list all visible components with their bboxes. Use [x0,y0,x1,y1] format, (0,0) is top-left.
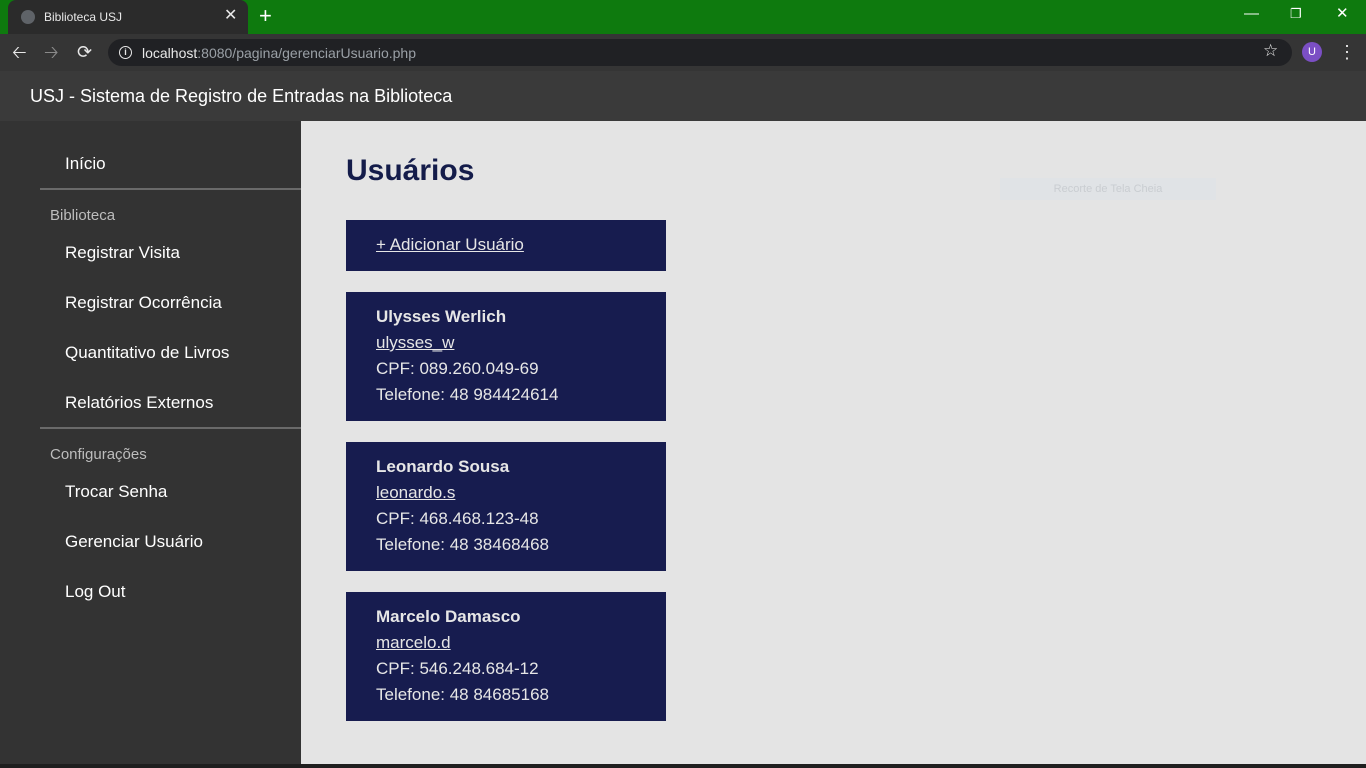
sidebar-divider [40,427,301,429]
profile-avatar[interactable]: U [1302,42,1322,62]
sidebar: Início Biblioteca Registrar Visita Regis… [0,121,301,764]
sidebar-item-gerenciar-usuario[interactable]: Gerenciar Usuário [65,532,203,552]
user-phone: Telefone: 48 38468468 [376,535,549,554]
user-phone: Telefone: 48 984424614 [376,385,559,404]
back-arrow-icon[interactable]: 🡠 [12,40,27,64]
address-bar[interactable]: i localhost:8080/pagina/gerenciarUsuario… [108,39,1292,66]
new-tab-icon[interactable]: + [259,3,272,29]
user-name: Ulysses Werlich [376,307,507,326]
globe-icon [21,10,35,24]
user-cpf: CPF: 546.248.684-12 [376,659,539,678]
user-card: Ulysses Werlich ulysses_w CPF: 089.260.0… [346,292,666,421]
screen-clip-watermark: Recorte de Tela Cheia [1000,178,1216,200]
browser-toolbar: 🡠 🡢 ⟳ i localhost:8080/pagina/gerenciarU… [0,34,1366,71]
browser-tabstrip: Biblioteca USJ ✕ + — ❐ ✕ [0,0,1366,34]
page-title: Usuários [346,154,475,187]
reload-icon[interactable]: ⟳ [77,40,92,64]
kebab-menu-icon[interactable]: ⋮ [1338,40,1356,64]
forward-arrow-icon[interactable]: 🡢 [44,40,59,64]
sidebar-item-inicio[interactable]: Início [65,154,106,174]
window-close-icon[interactable]: ✕ [1336,4,1349,24]
sidebar-section-biblioteca: Biblioteca [50,207,116,224]
app-header: USJ - Sistema de Registro de Entradas na… [0,71,1366,121]
sidebar-item-registrar-ocorrencia[interactable]: Registrar Ocorrência [65,293,222,313]
minimize-icon[interactable]: — [1244,4,1259,24]
sidebar-divider [40,188,301,190]
add-user-link[interactable]: + Adicionar Usuário [376,235,524,255]
sidebar-item-quantitativo-livros[interactable]: Quantitativo de Livros [65,343,229,363]
info-icon[interactable]: i [119,46,132,59]
browser-tab[interactable]: Biblioteca USJ ✕ [8,0,248,34]
sidebar-section-configuracoes: Configurações [50,446,147,463]
tab-title: Biblioteca USJ [44,10,123,24]
sidebar-item-relatorios-externos[interactable]: Relatórios Externos [65,393,213,413]
sidebar-item-trocar-senha[interactable]: Trocar Senha [65,482,167,502]
user-name: Leonardo Sousa [376,457,510,476]
user-login-link[interactable]: ulysses_w [376,333,454,353]
sidebar-item-log-out[interactable]: Log Out [65,582,126,602]
bookmark-star-icon[interactable]: ☆ [1263,41,1278,61]
app-title: USJ - Sistema de Registro de Entradas na… [30,86,453,106]
url-text: localhost:8080/pagina/gerenciarUsuario.p… [142,45,416,61]
close-tab-icon[interactable]: ✕ [224,7,237,25]
user-cpf: CPF: 468.468.123-48 [376,509,539,528]
user-cpf: CPF: 089.260.049-69 [376,359,539,378]
restore-icon[interactable]: ❐ [1290,4,1302,24]
add-user-card: + Adicionar Usuário [346,220,666,271]
user-card: Marcelo Damasco marcelo.d CPF: 546.248.6… [346,592,666,721]
user-login-link[interactable]: leonardo.s [376,483,455,503]
user-name: Marcelo Damasco [376,607,521,626]
user-login-link[interactable]: marcelo.d [376,633,451,653]
user-card: Leonardo Sousa leonardo.s CPF: 468.468.1… [346,442,666,571]
user-phone: Telefone: 48 84685168 [376,685,549,704]
sidebar-item-registrar-visita[interactable]: Registrar Visita [65,243,180,263]
bottom-edge [0,764,1366,768]
